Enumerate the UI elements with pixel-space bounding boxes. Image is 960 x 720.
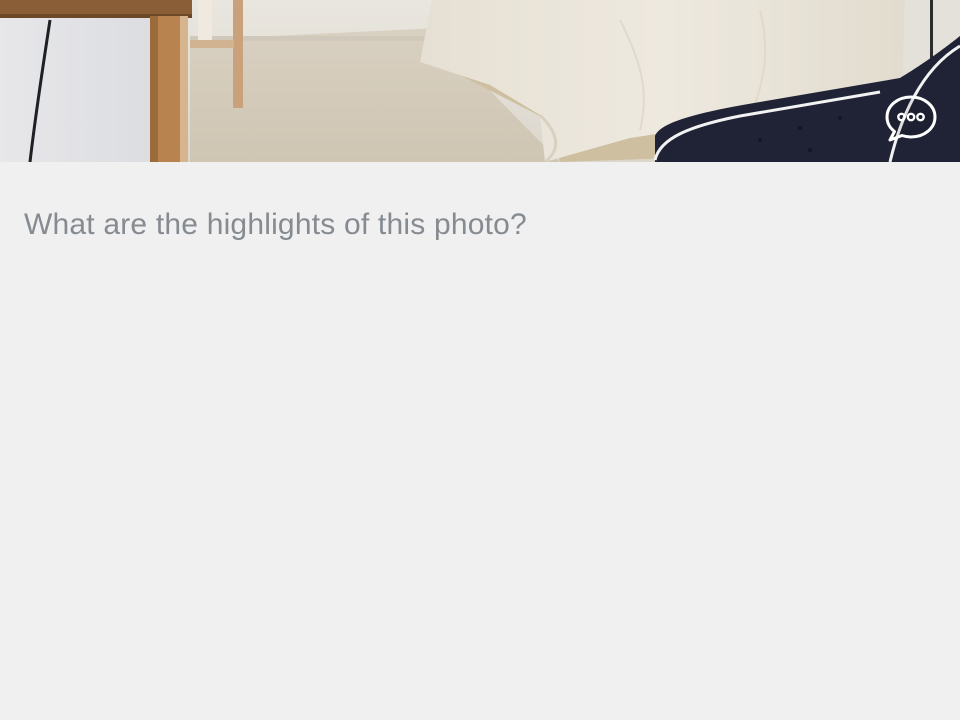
photo-viewer[interactable] (0, 0, 960, 162)
chat-bubble-icon (885, 95, 937, 142)
prompt-question: What are the highlights of this photo? (24, 208, 527, 241)
bedroom-photo (0, 0, 960, 162)
prompt-area (0, 162, 960, 720)
app-screen: What are the highlights of this photo? (0, 0, 960, 720)
chat-button[interactable] (883, 93, 939, 145)
